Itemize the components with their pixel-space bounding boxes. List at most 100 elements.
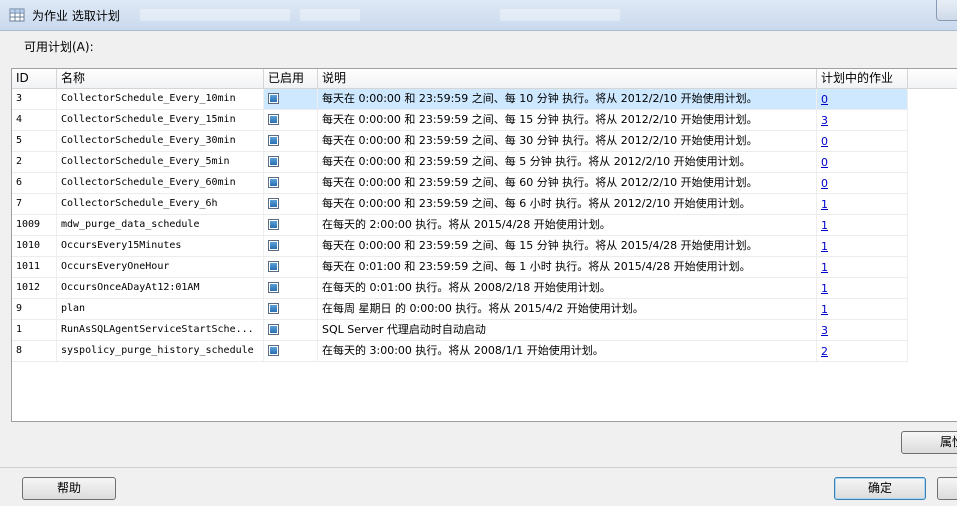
enabled-checkbox[interactable]: [268, 303, 279, 314]
table-row[interactable]: 9 plan 在每周 星期日 的 0:00:00 执行。将从 2015/4/2 开始…: [12, 299, 908, 320]
cell-enabled: [264, 278, 318, 298]
enabled-checkbox[interactable]: [268, 93, 279, 104]
cell-enabled: [264, 131, 318, 151]
table-row[interactable]: 8 syspolicy_purge_history_schedule 在每天的 3:…: [12, 341, 908, 362]
jobs-link[interactable]: 1: [821, 219, 828, 232]
jobs-link[interactable]: 2: [821, 345, 828, 358]
table-row[interactable]: 1011 OccursEveryOneHour 每天在 0:01:00 和 23:5…: [12, 257, 908, 278]
table-row[interactable]: 2 CollectorSchedule_Every_5min 每天在 0:00:00…: [12, 152, 908, 173]
jobs-link[interactable]: 1: [821, 261, 828, 274]
cell-enabled: [264, 236, 318, 256]
cell-jobs: 3: [817, 110, 908, 130]
cell-name: CollectorSchedule_Every_30min: [57, 131, 264, 151]
column-header-id[interactable]: ID: [12, 69, 57, 88]
checkbox-fill: [270, 305, 277, 312]
column-header-enabled[interactable]: 已启用: [264, 69, 318, 88]
cell-id: 8: [12, 341, 57, 361]
checkbox-fill: [270, 263, 277, 270]
window-title: 为作业 选取计划: [32, 9, 120, 23]
cell-name: plan: [57, 299, 264, 319]
jobs-link[interactable]: 1: [821, 240, 828, 253]
cell-name: CollectorSchedule_Every_10min: [57, 89, 264, 109]
enabled-checkbox[interactable]: [268, 177, 279, 188]
cell-name: OccursEvery15Minutes: [57, 236, 264, 256]
cancel-button[interactable]: [937, 477, 957, 500]
column-header-jobs[interactable]: 计划中的作业: [817, 69, 908, 88]
properties-button[interactable]: 属性: [901, 431, 957, 454]
column-header-description[interactable]: 说明: [318, 69, 817, 88]
grid-app-icon: [9, 8, 25, 22]
cell-enabled: [264, 194, 318, 214]
table-row[interactable]: 4 CollectorSchedule_Every_15min 每天在 0:00:0…: [12, 110, 908, 131]
cell-description: SQL Server 代理启动时自动启动: [318, 320, 817, 340]
jobs-link[interactable]: 0: [821, 135, 828, 148]
table-row[interactable]: 7 CollectorSchedule_Every_6h 每天在 0:00:00 和…: [12, 194, 908, 215]
cell-id: 1010: [12, 236, 57, 256]
checkbox-fill: [270, 284, 277, 291]
background-window-ghost: [140, 9, 290, 21]
cell-jobs: 3: [817, 320, 908, 340]
checkbox-fill: [270, 158, 277, 165]
cell-id: 1009: [12, 215, 57, 235]
cell-enabled: [264, 110, 318, 130]
checkbox-fill: [270, 200, 277, 207]
cell-description: 每天在 0:00:00 和 23:59:59 之间、每 30 分钟 执行。将从 …: [318, 131, 817, 151]
checkbox-fill: [270, 347, 277, 354]
jobs-link[interactable]: 0: [821, 156, 828, 169]
table-row[interactable]: 6 CollectorSchedule_Every_60min 每天在 0:00:0…: [12, 173, 908, 194]
cell-id: 3: [12, 89, 57, 109]
enabled-checkbox[interactable]: [268, 156, 279, 167]
jobs-link[interactable]: 1: [821, 198, 828, 211]
jobs-link[interactable]: 3: [821, 324, 828, 337]
cell-description: 在每天的 3:00:00 执行。将从 2008/1/1 开始使用计划。: [318, 341, 817, 361]
enabled-checkbox[interactable]: [268, 261, 279, 272]
enabled-checkbox[interactable]: [268, 219, 279, 230]
enabled-checkbox[interactable]: [268, 240, 279, 251]
jobs-link[interactable]: 1: [821, 303, 828, 316]
table-row[interactable]: 1010 OccursEvery15Minutes 每天在 0:00:00 和 23…: [12, 236, 908, 257]
enabled-checkbox[interactable]: [268, 324, 279, 335]
table-row[interactable]: 5 CollectorSchedule_Every_30min 每天在 0:00:0…: [12, 131, 908, 152]
help-button[interactable]: 帮助: [22, 477, 116, 500]
cell-id: 6: [12, 173, 57, 193]
cell-name: CollectorSchedule_Every_60min: [57, 173, 264, 193]
table-row[interactable]: 1009 mdw_purge_data_schedule 在每天的 2:00:00 …: [12, 215, 908, 236]
table-row[interactable]: 1012 OccursOnceADayAt12:01AM 在每天的 0:01:00 …: [12, 278, 908, 299]
cell-jobs: 0: [817, 152, 908, 172]
table-row[interactable]: 1 RunAsSQLAgentServiceStartSche... SQL Ser…: [12, 320, 908, 341]
cell-id: 2: [12, 152, 57, 172]
cell-name: RunAsSQLAgentServiceStartSche...: [57, 320, 264, 340]
enabled-checkbox[interactable]: [268, 114, 279, 125]
cell-enabled: [264, 320, 318, 340]
cell-name: CollectorSchedule_Every_15min: [57, 110, 264, 130]
cell-name: CollectorSchedule_Every_6h: [57, 194, 264, 214]
cell-description: 每天在 0:00:00 和 23:59:59 之间、每 15 分钟 执行。将从 …: [318, 110, 817, 130]
cell-jobs: 1: [817, 194, 908, 214]
enabled-checkbox[interactable]: [268, 282, 279, 293]
cell-enabled: [264, 341, 318, 361]
enabled-checkbox[interactable]: [268, 345, 279, 356]
jobs-link[interactable]: 1: [821, 282, 828, 295]
cell-description: 在每周 星期日 的 0:00:00 执行。将从 2015/4/2 开始使用计划。: [318, 299, 817, 319]
close-button[interactable]: [936, 0, 957, 21]
checkbox-fill: [270, 179, 277, 186]
schedules-grid[interactable]: ID 名称 已启用 说明 计划中的作业 3 CollectorSchedule_E…: [11, 68, 957, 422]
checkbox-fill: [270, 116, 277, 123]
column-header-name[interactable]: 名称: [57, 69, 264, 88]
jobs-link[interactable]: 0: [821, 177, 828, 190]
cell-jobs: 0: [817, 89, 908, 109]
cell-enabled: [264, 152, 318, 172]
table-row[interactable]: 3 CollectorSchedule_Every_10min 每天在 0:00:0…: [12, 89, 908, 110]
checkbox-fill: [270, 221, 277, 228]
cell-name: OccursOnceADayAt12:01AM: [57, 278, 264, 298]
cell-enabled: [264, 215, 318, 235]
enabled-checkbox[interactable]: [268, 135, 279, 146]
ok-button[interactable]: 确定: [834, 477, 926, 500]
enabled-checkbox[interactable]: [268, 198, 279, 209]
jobs-link[interactable]: 0: [821, 93, 828, 106]
cell-description: 每天在 0:00:00 和 23:59:59 之间、每 5 分钟 执行。将从 2…: [318, 152, 817, 172]
cell-enabled: [264, 299, 318, 319]
checkbox-fill: [270, 326, 277, 333]
divider: [0, 467, 957, 468]
jobs-link[interactable]: 3: [821, 114, 828, 127]
